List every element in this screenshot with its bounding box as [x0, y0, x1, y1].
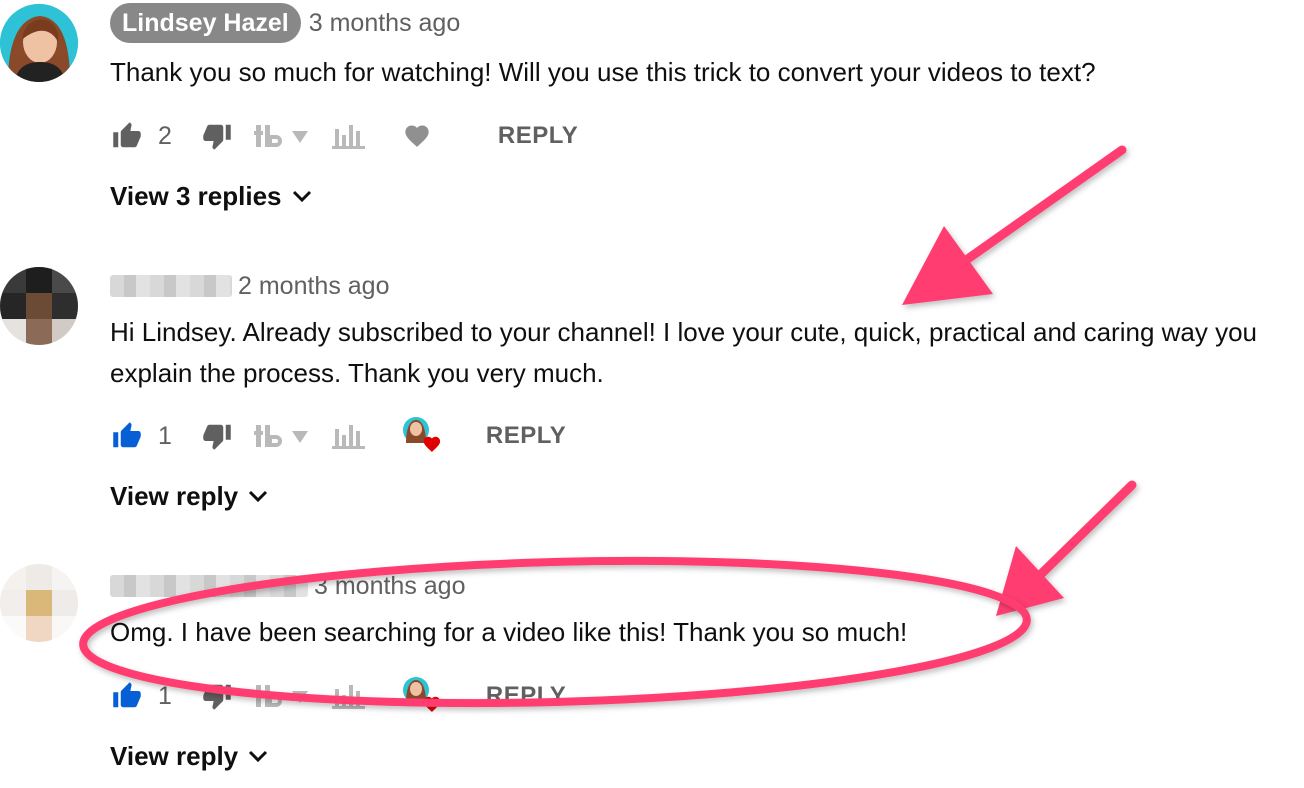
comment-thread-1: Lindsey Hazel 3 months ago Thank you so …: [0, 0, 1304, 230]
view-replies-label: View reply: [110, 740, 239, 771]
reply-button[interactable]: REPLY: [498, 122, 578, 150]
reply-button[interactable]: REPLY: [486, 422, 566, 450]
author-name-blurred[interactable]: [110, 275, 232, 297]
heart-button[interactable]: [402, 122, 432, 150]
dislike-button[interactable]: [200, 421, 234, 451]
like-count: 2: [158, 121, 172, 150]
like-count: 1: [158, 421, 172, 450]
view-replies-button[interactable]: View reply: [110, 736, 268, 776]
chevron-down-icon: [249, 750, 268, 763]
avatar[interactable]: [0, 564, 78, 642]
bar-chart-icon: [331, 125, 365, 149]
creator-heart-badge[interactable]: [402, 676, 446, 716]
comment-text: Thank you so much for watching! Will you…: [110, 57, 1096, 87]
like-button[interactable]: 1: [110, 421, 172, 451]
like-button[interactable]: 1: [110, 681, 172, 711]
thumb-down-icon: [203, 124, 231, 150]
comment-meta: Lindsey Hazel 3 months ago: [110, 3, 460, 43]
comment-actions: 1 REPLY: [110, 676, 566, 716]
stats-button[interactable]: [331, 121, 366, 151]
comment-timestamp[interactable]: 3 months ago: [314, 572, 466, 601]
view-replies-button[interactable]: View 3 replies: [110, 176, 312, 216]
dislike-button[interactable]: [200, 681, 234, 711]
tubebuddy-menu[interactable]: [253, 421, 314, 451]
heart-icon: [405, 125, 429, 147]
comment-thread-2: 2 months ago Hi Lindsey. Already subscri…: [0, 260, 1304, 530]
comment-text: Omg. I have been searching for a video l…: [110, 617, 908, 647]
bar-chart-icon: [331, 425, 365, 449]
comment-text: Hi Lindsey. Already subscribed to your c…: [110, 317, 1258, 388]
author-name[interactable]: Lindsey Hazel: [110, 3, 301, 43]
thumb-down-icon: [203, 424, 231, 450]
chevron-down-icon: [292, 190, 311, 203]
avatar[interactable]: [0, 267, 78, 345]
comment-thread-3: 3 months ago Omg. I have been searching …: [0, 560, 1304, 788]
like-count: 1: [158, 681, 172, 710]
tubebuddy-menu[interactable]: [253, 121, 314, 151]
stats-button[interactable]: [331, 681, 366, 711]
view-replies-button[interactable]: View reply: [110, 476, 268, 516]
tubebuddy-icon: [253, 685, 308, 707]
author-name-blurred[interactable]: [110, 575, 308, 597]
comment-actions: 1 REPLY: [110, 416, 566, 456]
creator-heart-badge-icon: [402, 677, 441, 712]
comment-timestamp[interactable]: 2 months ago: [238, 272, 390, 301]
dislike-button[interactable]: [200, 121, 234, 151]
tubebuddy-icon: [253, 425, 308, 447]
stats-button[interactable]: [331, 421, 366, 451]
creator-heart-badge-icon: [402, 417, 441, 452]
thumb-down-icon: [203, 684, 231, 710]
thumb-up-icon: [113, 122, 141, 148]
comment-actions: 2 REPLY: [110, 116, 578, 156]
chevron-down-icon: [249, 490, 268, 503]
comment-meta: 2 months ago: [110, 266, 390, 306]
thumb-up-icon: [113, 422, 141, 448]
comment-meta: 3 months ago: [110, 566, 466, 606]
tubebuddy-menu[interactable]: [253, 681, 314, 711]
avatar[interactable]: [0, 4, 78, 82]
thumb-up-icon: [113, 682, 141, 708]
view-replies-label: View reply: [110, 480, 239, 511]
reply-button[interactable]: REPLY: [486, 682, 566, 710]
creator-heart-badge[interactable]: [402, 416, 446, 456]
bar-chart-icon: [331, 685, 365, 709]
view-replies-label: View 3 replies: [110, 180, 282, 211]
like-button[interactable]: 2: [110, 121, 172, 151]
tubebuddy-icon: [253, 125, 308, 147]
comment-timestamp[interactable]: 3 months ago: [309, 9, 461, 38]
